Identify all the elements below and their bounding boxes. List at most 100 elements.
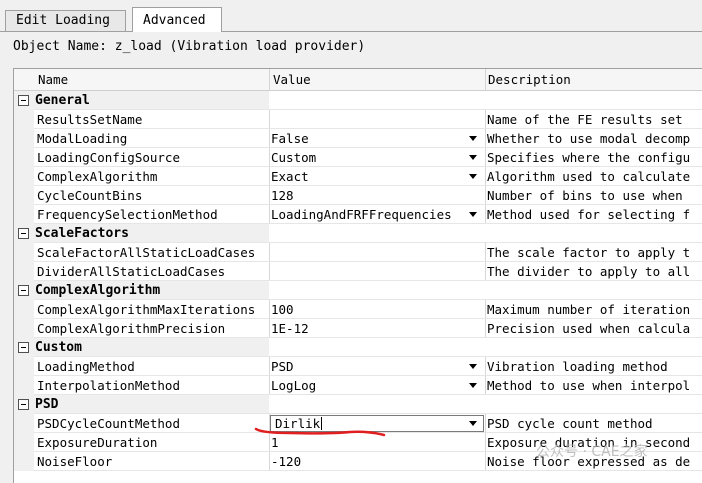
property-row[interactable]: FrequencySelectionMethod LoadingAndFRFFre… — [14, 205, 702, 224]
property-name[interactable]: ComplexAlgorithm — [34, 167, 269, 186]
row-gutter — [14, 319, 34, 338]
collapse-toggle-icon[interactable] — [18, 95, 29, 106]
property-value[interactable]: LoadingAndFRFFrequencies — [269, 205, 485, 224]
column-divider[interactable] — [269, 69, 270, 90]
property-name[interactable]: ModalLoading — [34, 129, 269, 148]
property-value[interactable]: 100 — [269, 300, 485, 319]
category-label: ComplexAlgorithm — [35, 283, 161, 298]
row-gutter — [14, 395, 34, 414]
property-row[interactable]: PSDCycleCountMethod Dirlik PSD cycle count… — [14, 414, 702, 433]
property-description: Whether to use modal decomp — [487, 131, 691, 146]
row-divider — [34, 470, 702, 471]
property-row[interactable]: LoadingMethod PSD Vibration loading method — [14, 357, 702, 376]
property-name[interactable]: InterpolationMethod — [34, 376, 269, 395]
property-name[interactable]: ScaleFactorAllStaticLoadCases — [34, 243, 269, 262]
category-row[interactable]: ScaleFactors — [14, 224, 702, 243]
property-description: The scale factor to apply t — [487, 245, 691, 260]
category-row[interactable]: PSD — [14, 395, 702, 414]
property-value[interactable]: 1 — [269, 433, 485, 452]
property-description: Method used for selecting f — [487, 207, 691, 222]
row-gutter — [14, 414, 34, 433]
category-label: General — [35, 93, 90, 108]
property-description: Algorithm used to calculate — [487, 169, 691, 184]
property-value[interactable]: PSD — [269, 357, 485, 376]
property-name[interactable]: ComplexAlgorithmMaxIterations — [34, 300, 269, 319]
collapse-toggle-icon[interactable] — [18, 228, 29, 239]
property-row[interactable]: ModalLoading False Whether to use modal de… — [14, 129, 702, 148]
row-gutter — [14, 186, 34, 205]
column-header-name[interactable]: Name — [38, 69, 68, 90]
row-gutter — [14, 224, 34, 243]
property-value[interactable]: 128 — [269, 186, 485, 205]
property-name[interactable]: NoiseFloor — [34, 452, 269, 471]
property-name[interactable]: LoadingConfigSource — [34, 148, 269, 167]
property-value[interactable]: False — [269, 129, 485, 148]
property-grid-header: Name Value Description — [14, 69, 702, 91]
tab-advanced[interactable]: Advanced — [132, 7, 222, 32]
collapse-toggle-icon[interactable] — [18, 285, 29, 296]
property-row[interactable]: ComplexAlgorithm Exact Algorithm used to c… — [14, 167, 702, 186]
row-gutter — [14, 205, 34, 224]
property-name[interactable]: DividerAllStaticLoadCases — [34, 262, 269, 281]
row-gutter — [14, 452, 34, 471]
dropdown-arrow-icon[interactable] — [469, 421, 477, 426]
watermark: 公众号 · CAE之家 — [536, 444, 648, 460]
property-row[interactable]: LoadingConfigSource Custom Specifies where… — [14, 148, 702, 167]
dropdown-arrow-icon[interactable] — [469, 212, 477, 217]
property-description: The divider to apply to all — [487, 264, 691, 279]
property-description: Maximum number of iteration — [487, 302, 691, 317]
column-header-value[interactable]: Value — [273, 69, 311, 90]
dropdown-arrow-icon[interactable] — [469, 174, 477, 179]
property-row[interactable]: DividerAllStaticLoadCases The divider to … — [14, 262, 702, 281]
category-row[interactable]: General — [14, 91, 702, 110]
row-gutter — [14, 129, 34, 148]
row-gutter — [14, 376, 34, 395]
column-divider[interactable] — [485, 69, 486, 90]
category-label: PSD — [35, 397, 59, 412]
property-name[interactable]: PSDCycleCountMethod — [34, 414, 269, 433]
property-description: Method to use when interpol — [487, 378, 691, 393]
property-row[interactable]: ComplexAlgorithmMaxIterations 100 Maximum … — [14, 300, 702, 319]
property-row[interactable]: ResultsSetName Name of the FE results set — [14, 110, 702, 129]
property-grid[interactable]: Name Value Description General ResultsSet… — [13, 68, 702, 483]
row-gutter — [14, 300, 34, 319]
property-name[interactable]: ComplexAlgorithmPrecision — [34, 319, 269, 338]
value-text: Dirlik — [275, 416, 321, 431]
property-name[interactable]: ResultsSetName — [34, 110, 269, 129]
property-value[interactable]: LogLog — [269, 376, 485, 395]
property-name[interactable]: ExposureDuration — [34, 433, 269, 452]
property-value[interactable]: Custom — [269, 148, 485, 167]
property-value[interactable] — [269, 262, 485, 281]
category-label: Custom — [35, 340, 82, 355]
row-gutter — [14, 91, 34, 110]
dropdown-arrow-icon[interactable] — [469, 155, 477, 160]
property-description: Specifies where the configu — [487, 150, 691, 165]
row-gutter — [14, 433, 34, 452]
property-description: PSD cycle count method — [487, 416, 653, 431]
property-row[interactable]: ScaleFactorAllStaticLoadCases The scale f… — [14, 243, 702, 262]
property-name[interactable]: FrequencySelectionMethod — [34, 205, 269, 224]
property-description: Vibration loading method — [487, 359, 668, 374]
dropdown-arrow-icon[interactable] — [469, 364, 477, 369]
dropdown-arrow-icon[interactable] — [469, 383, 477, 388]
property-value[interactable] — [269, 243, 485, 262]
property-value[interactable] — [269, 110, 485, 129]
category-row[interactable]: Custom — [14, 338, 702, 357]
dropdown-arrow-icon[interactable] — [469, 136, 477, 141]
property-row[interactable]: CycleCountBins 128 Number of bins to use w… — [14, 186, 702, 205]
property-value[interactable]: Dirlik — [269, 414, 485, 433]
property-value[interactable]: -120 — [269, 452, 485, 471]
object-name-label: Object Name: z_load (Vibration load prov… — [13, 39, 366, 54]
row-gutter — [14, 338, 34, 357]
property-row[interactable]: ComplexAlgorithmPrecision 1E-12 Precision … — [14, 319, 702, 338]
collapse-toggle-icon[interactable] — [18, 342, 29, 353]
property-row[interactable]: InterpolationMethod LogLog Method to use w… — [14, 376, 702, 395]
property-value[interactable]: Exact — [269, 167, 485, 186]
property-value[interactable]: 1E-12 — [269, 319, 485, 338]
column-header-description[interactable]: Description — [488, 69, 571, 90]
tab-edit-loading[interactable]: Edit Loading — [5, 10, 126, 31]
property-name[interactable]: CycleCountBins — [34, 186, 269, 205]
collapse-toggle-icon[interactable] — [18, 399, 29, 410]
property-name[interactable]: LoadingMethod — [34, 357, 269, 376]
category-row[interactable]: ComplexAlgorithm — [14, 281, 702, 300]
